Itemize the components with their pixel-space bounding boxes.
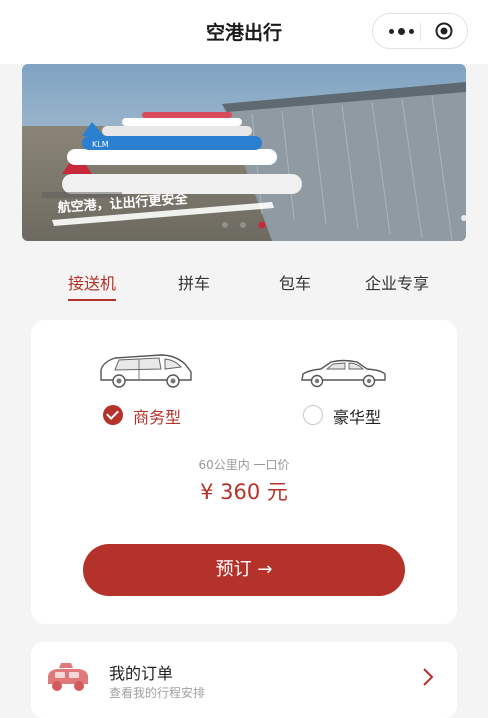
radio-checked-icon[interactable] — [103, 405, 123, 425]
tab-charter[interactable]: 包车 — [279, 270, 311, 294]
tab-enterprise[interactable]: 企业专享 — [365, 270, 429, 294]
orders-subtitle: 查看我的行程安排 — [109, 686, 206, 700]
car-icon — [48, 663, 88, 691]
mini-program-capsule — [372, 13, 468, 49]
tab-airport-transfer[interactable]: 接送机 — [68, 270, 116, 294]
option-business[interactable]: 商务型 — [103, 404, 203, 428]
navbar: 空港出行 — [0, 0, 488, 64]
active-tab-indicator — [68, 299, 116, 301]
service-tabs: 接送机 拼车 包车 企业专享 — [30, 262, 458, 302]
capsule-divider — [420, 23, 421, 41]
carousel-dot-active[interactable] — [258, 221, 266, 229]
tab-carpool[interactable]: 拼车 — [178, 270, 210, 294]
chevron-right-icon[interactable] — [421, 666, 435, 688]
radio-unchecked-icon[interactable] — [303, 405, 323, 425]
banner-carousel[interactable]: KLM 航空港，让出行更安全 — [22, 64, 466, 241]
carousel-dot[interactable] — [222, 222, 228, 228]
option-business-label: 商务型 — [133, 408, 182, 427]
booking-card: 商务型 豪华型 60公里内 一口价 ¥ 360 元 预订 → — [31, 320, 457, 624]
option-luxury[interactable]: 豪华型 — [303, 404, 403, 428]
price-value: ¥ 360 元 — [200, 480, 288, 504]
airline-text: KLM — [92, 140, 109, 149]
book-button[interactable]: 预订 → — [83, 544, 405, 596]
carousel-dot[interactable] — [240, 222, 246, 228]
airport-photo: KLM 航空港，让出行更安全 — [22, 64, 466, 241]
sedan-icon[interactable] — [299, 358, 387, 390]
target-icon[interactable] — [435, 22, 453, 40]
price-note: 60公里内 一口价 — [198, 458, 290, 472]
orders-title: 我的订单 — [109, 664, 174, 683]
van-icon[interactable] — [95, 352, 195, 392]
my-orders-row[interactable]: 我的订单 查看我的行程安排 — [31, 642, 457, 718]
option-luxury-label: 豪华型 — [333, 408, 382, 427]
more-dots-icon[interactable] — [383, 14, 419, 48]
